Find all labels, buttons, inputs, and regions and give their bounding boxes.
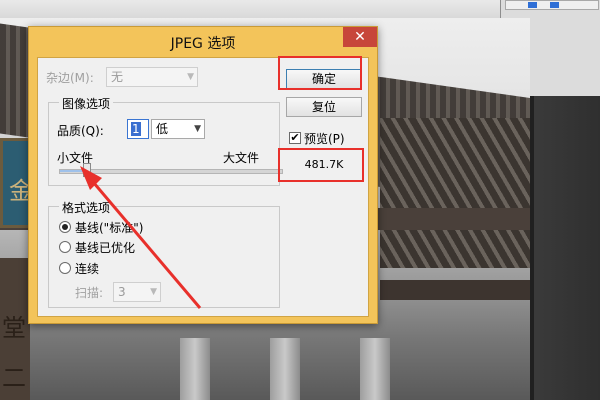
radio-baseline-optimized[interactable] [59,241,71,253]
panel-color-swatch [550,2,559,8]
photo-pillar [180,338,210,400]
matte-value: 无 [111,70,124,84]
radio-progressive-label: 连续 [75,262,100,276]
radio-progressive[interactable] [59,262,71,274]
radio-baseline-optimized-label: 基线已优化 [75,241,136,255]
photoshop-top-strip [0,0,500,19]
format-options-title: 格式选项 [59,199,114,216]
check-icon: ✔ [290,131,300,144]
radio-baseline-standard[interactable] [59,221,71,233]
chevron-down-icon: ▼ [150,287,157,297]
quality-level-select[interactable]: 低 ▼ [151,119,205,139]
scans-value: 3 [118,285,126,299]
matte-select[interactable]: 无 ▼ [106,67,198,87]
photo-sign-char: 二 [2,364,26,392]
large-file-label: 大文件 [223,151,260,165]
annotation-box-ok [278,56,362,90]
photo-pillar [270,338,300,400]
chevron-down-icon: ▼ [194,124,201,134]
quality-input[interactable]: 1 [127,119,149,139]
quality-value: 1 [131,122,141,136]
preview-checkbox[interactable]: ✔ [289,132,301,144]
image-options-title: 图像选项 [59,95,114,112]
photo-roof-bracket [380,118,530,268]
quality-slider-thumb[interactable] [82,163,91,177]
reset-button[interactable]: 复位 [286,97,362,117]
close-button[interactable]: ✕ [343,27,377,47]
quality-level-value: 低 [156,122,169,136]
quality-label: 品质(Q): [57,124,104,138]
panel-row [505,0,599,10]
radio-baseline-standard-label: 基线("标准") [75,221,144,235]
panel-color-swatch [528,2,537,8]
dialog-titlebar[interactable]: JPEG 选项 ✕ [29,27,377,55]
dialog-title: JPEG 选项 [170,36,236,52]
close-icon: ✕ [354,29,366,45]
scans-select[interactable]: 3 ▼ [113,282,161,302]
annotation-box-size [278,148,364,182]
photo-beam [380,280,530,300]
photo-sign-char: 堂 [2,314,26,342]
matte-label: 杂边(M): [46,71,94,85]
preview-label: 预览(P) [304,132,345,146]
scans-label: 扫描: [75,286,104,300]
image-options-group: 图像选项 品质(Q): 1 低 ▼ 小文件 大文件 [48,95,283,186]
chevron-down-icon: ▼ [187,72,194,82]
dark-panel-area [530,96,600,400]
photo-pillar [360,338,390,400]
format-options-group: 格式选项 基线("标准") 基线已优化 连续 扫描: 3 ▼ [48,199,280,308]
dialog-client-area: 杂边(M): 无 ▼ 图像选项 品质(Q): 1 低 ▼ 小文件 大文件 格式选… [37,57,369,317]
quality-slider-track[interactable] [59,169,283,174]
